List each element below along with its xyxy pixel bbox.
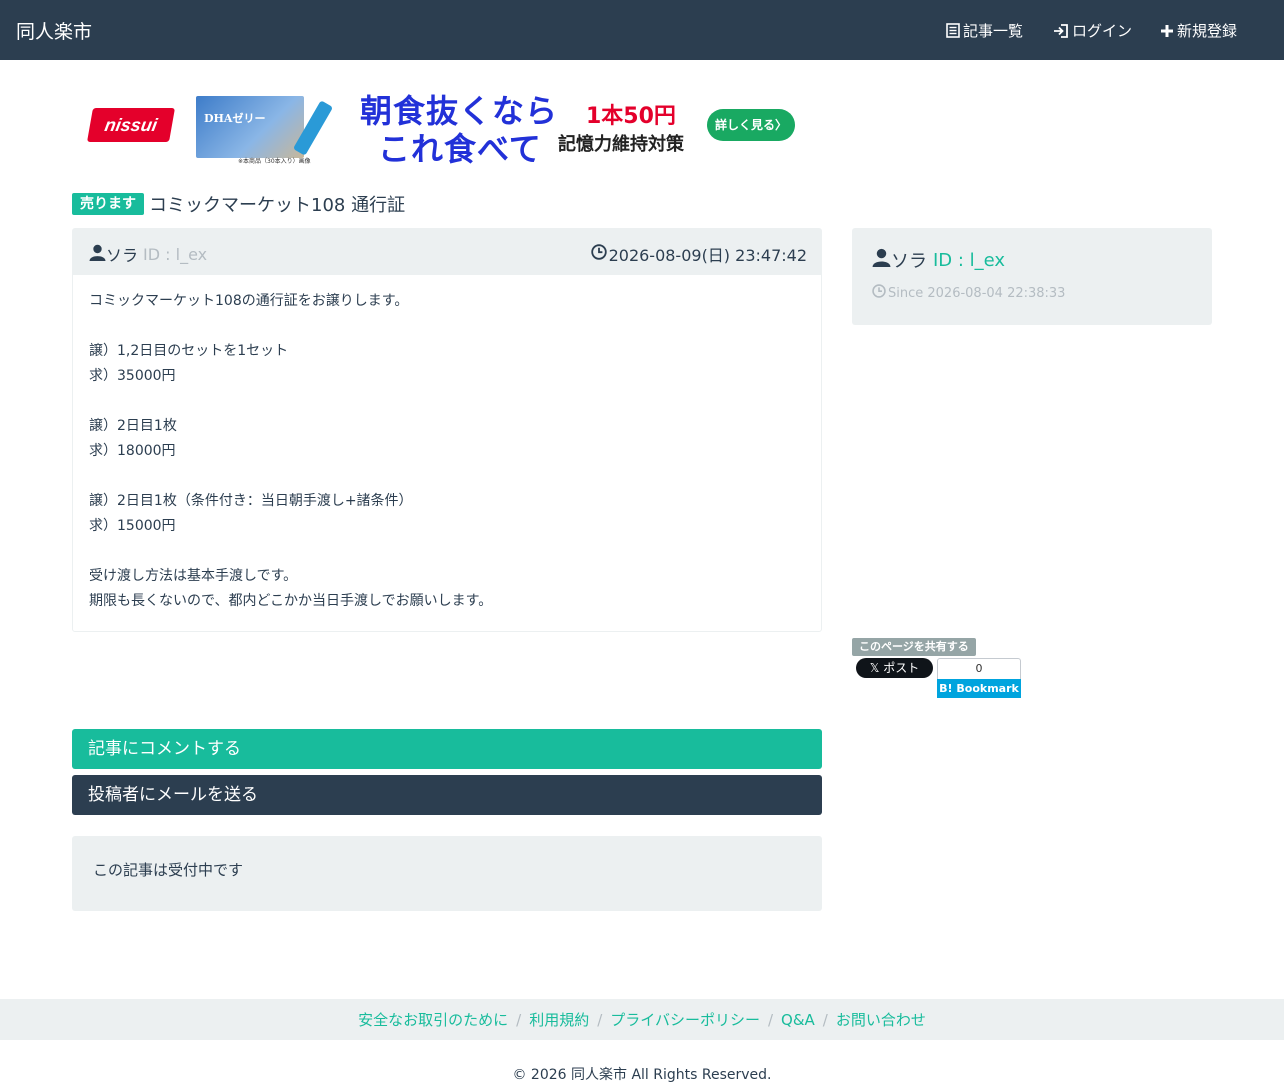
ad-product-label: DHAゼリー [204, 112, 266, 125]
user-icon [89, 244, 106, 265]
list-icon [946, 23, 960, 38]
copyright: © 2026 同人楽市 All Rights Reserved. [512, 1067, 772, 1083]
hatena-count: 0 [937, 658, 1021, 679]
ad-product-image: DHAゼリー [196, 96, 304, 158]
nav-login-label: ログイン [1072, 22, 1133, 40]
ad-banner[interactable]: nissui DHAゼリー ※本商品（30本入り）画像 朝食抜くなら これ食べて… [80, 86, 800, 168]
post-author: ソラ ID : l_ex [89, 242, 207, 266]
post-body-line: 求）35000円 [89, 368, 176, 384]
footer-link[interactable]: 利用規約 [529, 1009, 589, 1030]
share-label: このページを共有する [852, 638, 976, 656]
footer-separator: / [767, 1010, 774, 1029]
ad-subline: 記憶力維持対策 [558, 134, 684, 155]
post-body: コミックマーケット108の通行証をお譲りします。 譲）1,2日目のセットを1セット… [73, 275, 821, 628]
footer-link[interactable]: 安全なお取引のために [358, 1009, 508, 1030]
post-body-line: コミックマーケット108の通行証をお譲りします。 [89, 293, 409, 309]
user-card-since-text: Since 2026-08-04 22:38:33 [888, 285, 1066, 301]
ad-cta-button[interactable]: 詳しく見る〉 [707, 109, 795, 141]
nav-register-label: 新規登録 [1177, 22, 1238, 40]
status-panel: この記事は受付中です [72, 836, 822, 911]
nav-articles-label: 記事一覧 [963, 22, 1024, 40]
post-title: コミックマーケット108 通行証 [149, 195, 406, 216]
post-body-line: 譲）2日目1枚 [89, 418, 177, 434]
footer-separator: / [597, 1010, 603, 1029]
site-brand[interactable]: 同人楽市 [16, 17, 92, 44]
post-body-line: 受け渡し方法は基本手渡しです。 [89, 568, 298, 584]
ad-note: ※本商品（30本入り）画像 [238, 158, 311, 165]
login-icon [1053, 23, 1069, 38]
post-title-row: 売ります コミックマーケット108 通行証 [72, 191, 405, 217]
post-date: 2026-08-09(日) 23:47:42 [590, 242, 807, 266]
user-card-id-link[interactable]: ID : l_ex [933, 250, 1005, 271]
status-text: この記事は受付中です [93, 861, 244, 879]
post-body-line: 求）15000円 [89, 518, 176, 534]
post-body-line [89, 464, 805, 489]
x-post-button[interactable]: 𝕏 ポスト [856, 658, 933, 678]
post-date-text: 2026-08-09(日) 23:47:42 [608, 246, 807, 265]
mail-poster-button[interactable]: 投稿者にメールを送る [72, 775, 822, 815]
footer-link[interactable]: Q&A [781, 1011, 815, 1029]
hatena-bookmark-button[interactable]: B! Bookmark [937, 679, 1021, 698]
post-body-line: 譲）2日目1枚（条件付き：当日朝手渡し+諸条件） [89, 493, 413, 509]
user-card-name: ソラ [891, 251, 927, 272]
footer-link[interactable]: お問い合わせ [836, 1009, 926, 1030]
navbar: 同人楽市 記事一覧 ログイン 新規登録 [0, 0, 1284, 60]
user-card-name-row: ソラ ID : l_ex [872, 247, 1005, 273]
comment-button[interactable]: 記事にコメントする [72, 729, 822, 769]
nav-articles-link[interactable]: 記事一覧 [946, 20, 1023, 41]
post-body-line: 期限も長くないので、都内どこかか当日手渡しでお願いします。 [89, 593, 493, 609]
user-icon [872, 248, 891, 272]
footer-link[interactable]: プライバシーポリシー [610, 1009, 760, 1030]
nav-register-link[interactable]: 新規登録 [1160, 20, 1237, 41]
ad-price: 1本50円 [586, 104, 676, 129]
post-body-line: 譲）1,2日目のセットを1セット [89, 343, 289, 359]
post-author-name: ソラ [106, 246, 139, 265]
post-panel-header: ソラ ID : l_ex 2026-08-09(日) 23:47:42 [73, 229, 821, 275]
post-body-line [89, 539, 805, 564]
clock-icon [590, 244, 607, 264]
plus-icon [1160, 24, 1174, 38]
user-card: ソラ ID : l_ex Since 2026-08-04 22:38:33 [852, 228, 1212, 325]
clock-icon [872, 284, 886, 302]
post-body-line [89, 314, 805, 339]
post-panel: ソラ ID : l_ex 2026-08-09(日) 23:47:42 コミック… [72, 228, 822, 632]
user-card-since: Since 2026-08-04 22:38:33 [872, 284, 1065, 302]
ad-logo-text: nissui [87, 108, 175, 142]
nav-login-link[interactable]: ログイン [1053, 20, 1132, 41]
footer-links: 安全なお取引のために / 利用規約 / プライバシーポリシー / Q&A / お問い合わせ [0, 999, 1284, 1040]
ad-brand-logo: nissui [80, 96, 180, 152]
ad-headline-2: これ食べて [378, 130, 542, 168]
footer-separator: / [822, 1010, 828, 1029]
post-body-line: 求）18000円 [89, 443, 176, 459]
footer-separator: / [516, 1010, 522, 1029]
sell-badge: 売ります [72, 193, 144, 215]
post-author-id: ID : l_ex [143, 244, 208, 264]
post-body-line [89, 389, 805, 414]
